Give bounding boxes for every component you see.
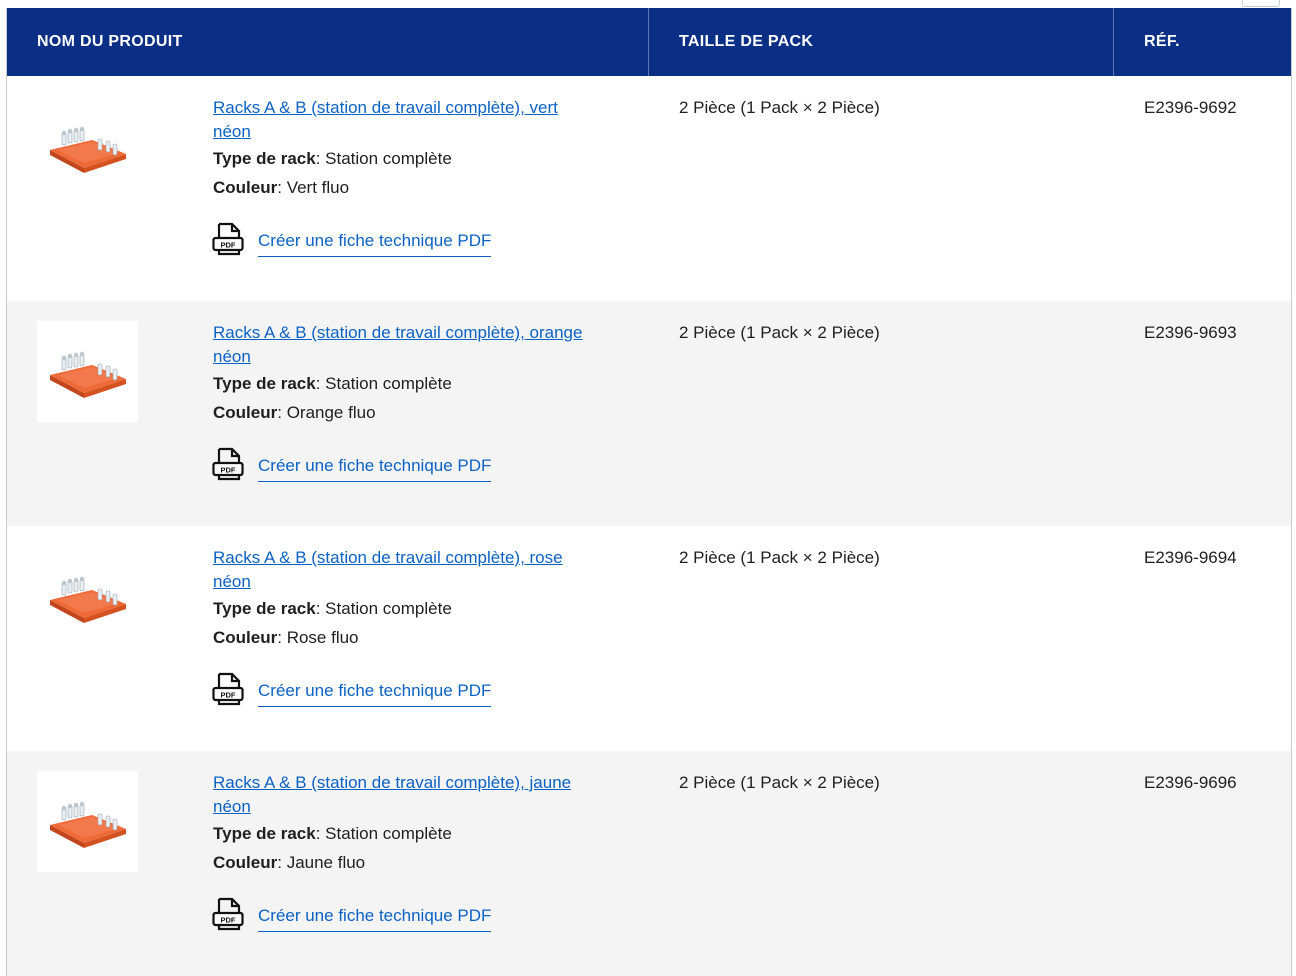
attr-color-value: Jaune fluo <box>286 853 366 872</box>
attr-rack-type: Type de rack: Station complète <box>213 374 452 393</box>
product-cell: Racks A & B (station de travail complète… <box>7 301 649 526</box>
table-header: NOM DU PRODUIT TAILLE DE PACK RÉF. <box>7 8 1291 76</box>
ref-cell: E2396-9694 <box>1144 548 1237 567</box>
attr-rack-type-label: Type de rack <box>213 374 316 393</box>
product-thumbnail[interactable] <box>37 321 138 422</box>
attr-rack-type-value: Station complète <box>325 149 452 168</box>
attr-color-label: Couleur <box>213 178 278 197</box>
product-info: Racks A & B (station de travail complète… <box>210 526 633 751</box>
table-row: Racks A & B (station de travail complète… <box>7 526 1291 751</box>
product-name-link[interactable]: Racks A & B (station de travail complète… <box>213 321 593 369</box>
pdf-file-icon[interactable]: PDF <box>210 671 246 707</box>
svg-text:PDF: PDF <box>221 466 236 475</box>
attr-color-label: Couleur <box>213 853 278 872</box>
top-strip <box>0 0 1296 8</box>
rack-thumbnail-icon <box>49 351 126 398</box>
svg-text:PDF: PDF <box>221 691 236 700</box>
pdf-datasheet: PDF Créer une fiche technique PDF <box>210 446 633 482</box>
pdf-datasheet: PDF Créer une fiche technique PDF <box>210 671 633 707</box>
table-row: Racks A & B (station de travail complète… <box>7 751 1291 976</box>
attr-rack-type: Type de rack: Station complète <box>213 599 452 618</box>
header-product-name[interactable]: NOM DU PRODUIT <box>7 8 649 76</box>
svg-text:PDF: PDF <box>221 916 236 925</box>
attr-color-value: Rose fluo <box>286 628 359 647</box>
attr-color-value: Orange fluo <box>286 403 376 422</box>
pdf-file-icon[interactable]: PDF <box>210 896 246 932</box>
pdf-datasheet: PDF Créer une fiche technique PDF <box>210 896 633 932</box>
pack-size-cell: 2 Pièce (1 Pack × 2 Pièce) <box>679 773 880 792</box>
attr-color-label: Couleur <box>213 403 278 422</box>
product-name-link[interactable]: Racks A & B (station de travail complète… <box>213 771 593 819</box>
rack-thumbnail-icon <box>49 801 126 848</box>
product-info: Racks A & B (station de travail complète… <box>210 76 633 301</box>
attr-rack-type: Type de rack: Station complète <box>213 149 452 168</box>
rack-thumbnail-icon <box>49 576 126 623</box>
product-name-link[interactable]: Racks A & B (station de travail complète… <box>213 96 593 144</box>
ref-cell: E2396-9692 <box>1144 98 1237 117</box>
attr-rack-type-value: Station complète <box>325 599 452 618</box>
product-table: NOM DU PRODUIT TAILLE DE PACK RÉF. Racks… <box>6 8 1292 976</box>
pdf-file-icon[interactable]: PDF <box>210 446 246 482</box>
product-thumbnail[interactable] <box>37 96 138 197</box>
attr-color: Couleur: Orange fluo <box>213 403 376 422</box>
header-ref[interactable]: RÉF. <box>1114 8 1289 76</box>
ref-cell: E2396-9693 <box>1144 323 1237 342</box>
pdf-datasheet-link[interactable]: Créer une fiche technique PDF <box>258 679 492 707</box>
attr-rack-type-value: Station complète <box>325 374 452 393</box>
svg-text:PDF: PDF <box>221 241 236 250</box>
product-name-link[interactable]: Racks A & B (station de travail complète… <box>213 546 593 594</box>
pack-size-cell: 2 Pièce (1 Pack × 2 Pièce) <box>679 98 880 117</box>
attr-rack-type-label: Type de rack <box>213 599 316 618</box>
attr-rack-type-label: Type de rack <box>213 824 316 843</box>
attr-color: Couleur: Vert fluo <box>213 178 350 197</box>
rack-thumbnail-icon <box>49 126 126 173</box>
attr-color: Couleur: Jaune fluo <box>213 853 366 872</box>
attr-color: Couleur: Rose fluo <box>213 628 359 647</box>
table-row: Racks A & B (station de travail complète… <box>7 301 1291 526</box>
pdf-datasheet: PDF Créer une fiche technique PDF <box>210 221 633 257</box>
product-cell: Racks A & B (station de travail complète… <box>7 76 649 301</box>
product-cell: Racks A & B (station de travail complète… <box>7 526 649 751</box>
product-thumbnail[interactable] <box>37 546 138 647</box>
attr-color-value: Vert fluo <box>286 178 350 197</box>
pdf-datasheet-link[interactable]: Créer une fiche technique PDF <box>258 454 492 482</box>
pack-size-cell: 2 Pièce (1 Pack × 2 Pièce) <box>679 323 880 342</box>
attr-color-label: Couleur <box>213 628 278 647</box>
attr-rack-type-value: Station complète <box>325 824 452 843</box>
attr-rack-type-label: Type de rack <box>213 149 316 168</box>
product-info: Racks A & B (station de travail complète… <box>210 751 633 976</box>
top-tab[interactable] <box>1242 0 1280 7</box>
pdf-datasheet-link[interactable]: Créer une fiche technique PDF <box>258 229 492 257</box>
header-pack-size[interactable]: TAILLE DE PACK <box>649 8 1114 76</box>
product-cell: Racks A & B (station de travail complète… <box>7 751 649 976</box>
product-thumbnail[interactable] <box>37 771 138 872</box>
pdf-datasheet-link[interactable]: Créer une fiche technique PDF <box>258 904 492 932</box>
pdf-file-icon[interactable]: PDF <box>210 221 246 257</box>
table-row: Racks A & B (station de travail complète… <box>7 76 1291 301</box>
product-info: Racks A & B (station de travail complète… <box>210 301 633 526</box>
ref-cell: E2396-9696 <box>1144 773 1237 792</box>
pack-size-cell: 2 Pièce (1 Pack × 2 Pièce) <box>679 548 880 567</box>
attr-rack-type: Type de rack: Station complète <box>213 824 452 843</box>
